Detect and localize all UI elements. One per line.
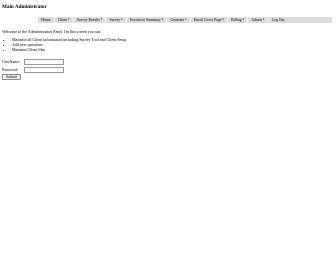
password-row: Password: xyxy=(2,66,64,73)
nav-item-email-cover-page[interactable]: Email Cover Page ▾ xyxy=(191,17,228,23)
nav-item-label: Survey Results xyxy=(76,17,100,22)
nav-item-survey[interactable]: Survey ▾ xyxy=(106,17,127,23)
nav-item-label: Billing xyxy=(231,17,242,22)
nav-item-executive-summary[interactable]: Executive Summary ▾ xyxy=(127,17,168,23)
admin-page: Main Administrator Home Client ▾ Survey … xyxy=(0,0,336,280)
nav-item-label: Email Cover Page xyxy=(193,17,222,22)
welcome-message: Welcome to the Administration Panel. On … xyxy=(2,29,102,34)
nav-item-home[interactable]: Home xyxy=(38,17,55,23)
nav-item-billing[interactable]: Billing ▾ xyxy=(228,17,249,23)
nav-item-label: Log Out xyxy=(271,17,285,22)
username-label: UserName: xyxy=(2,59,21,64)
nav-item-label: Client xyxy=(57,17,68,22)
username-row: UserName: xyxy=(2,58,64,65)
nav-item-label: Survey xyxy=(109,17,121,22)
password-label: Password: xyxy=(2,67,19,72)
submit-button[interactable]: Submit xyxy=(2,74,21,80)
chevron-down-icon: ▾ xyxy=(242,18,245,22)
chevron-down-icon: ▾ xyxy=(121,18,123,22)
nav-item-label: Executive Summary xyxy=(129,17,161,22)
nav-item-admin[interactable]: Admin ▾ xyxy=(248,17,269,23)
chevron-down-icon: ▾ xyxy=(222,18,224,22)
nav-item-client[interactable]: Client ▾ xyxy=(55,17,74,23)
nav-item-survey-results[interactable]: Survey Results ▾ xyxy=(74,17,107,23)
nav-item-label: Generate xyxy=(170,17,185,22)
nav-item-label: Admin xyxy=(251,17,262,22)
page-title: Main Administrator xyxy=(2,4,47,10)
username-field[interactable] xyxy=(24,58,64,65)
chevron-down-icon: ▾ xyxy=(68,18,70,22)
chevron-down-icon: ▾ xyxy=(100,18,103,22)
nav-item-label: Home xyxy=(41,17,51,22)
chevron-down-icon: ▾ xyxy=(262,18,265,22)
login-form: UserName: Password: Submit xyxy=(2,58,64,80)
chevron-down-icon: ▾ xyxy=(185,18,187,22)
task-list: Maintain all Client information includin… xyxy=(6,37,126,53)
nav-item-log-out[interactable]: Log Out xyxy=(268,17,287,23)
chevron-down-icon: ▾ xyxy=(161,18,164,22)
nav-item-generate[interactable]: Generate ▾ xyxy=(167,17,191,23)
list-item: Maintain Client files xyxy=(12,47,126,53)
password-field[interactable] xyxy=(24,66,64,73)
top-navigation-bar: Home Client ▾ Survey Results ▾ Survey ▾ … xyxy=(38,17,332,23)
